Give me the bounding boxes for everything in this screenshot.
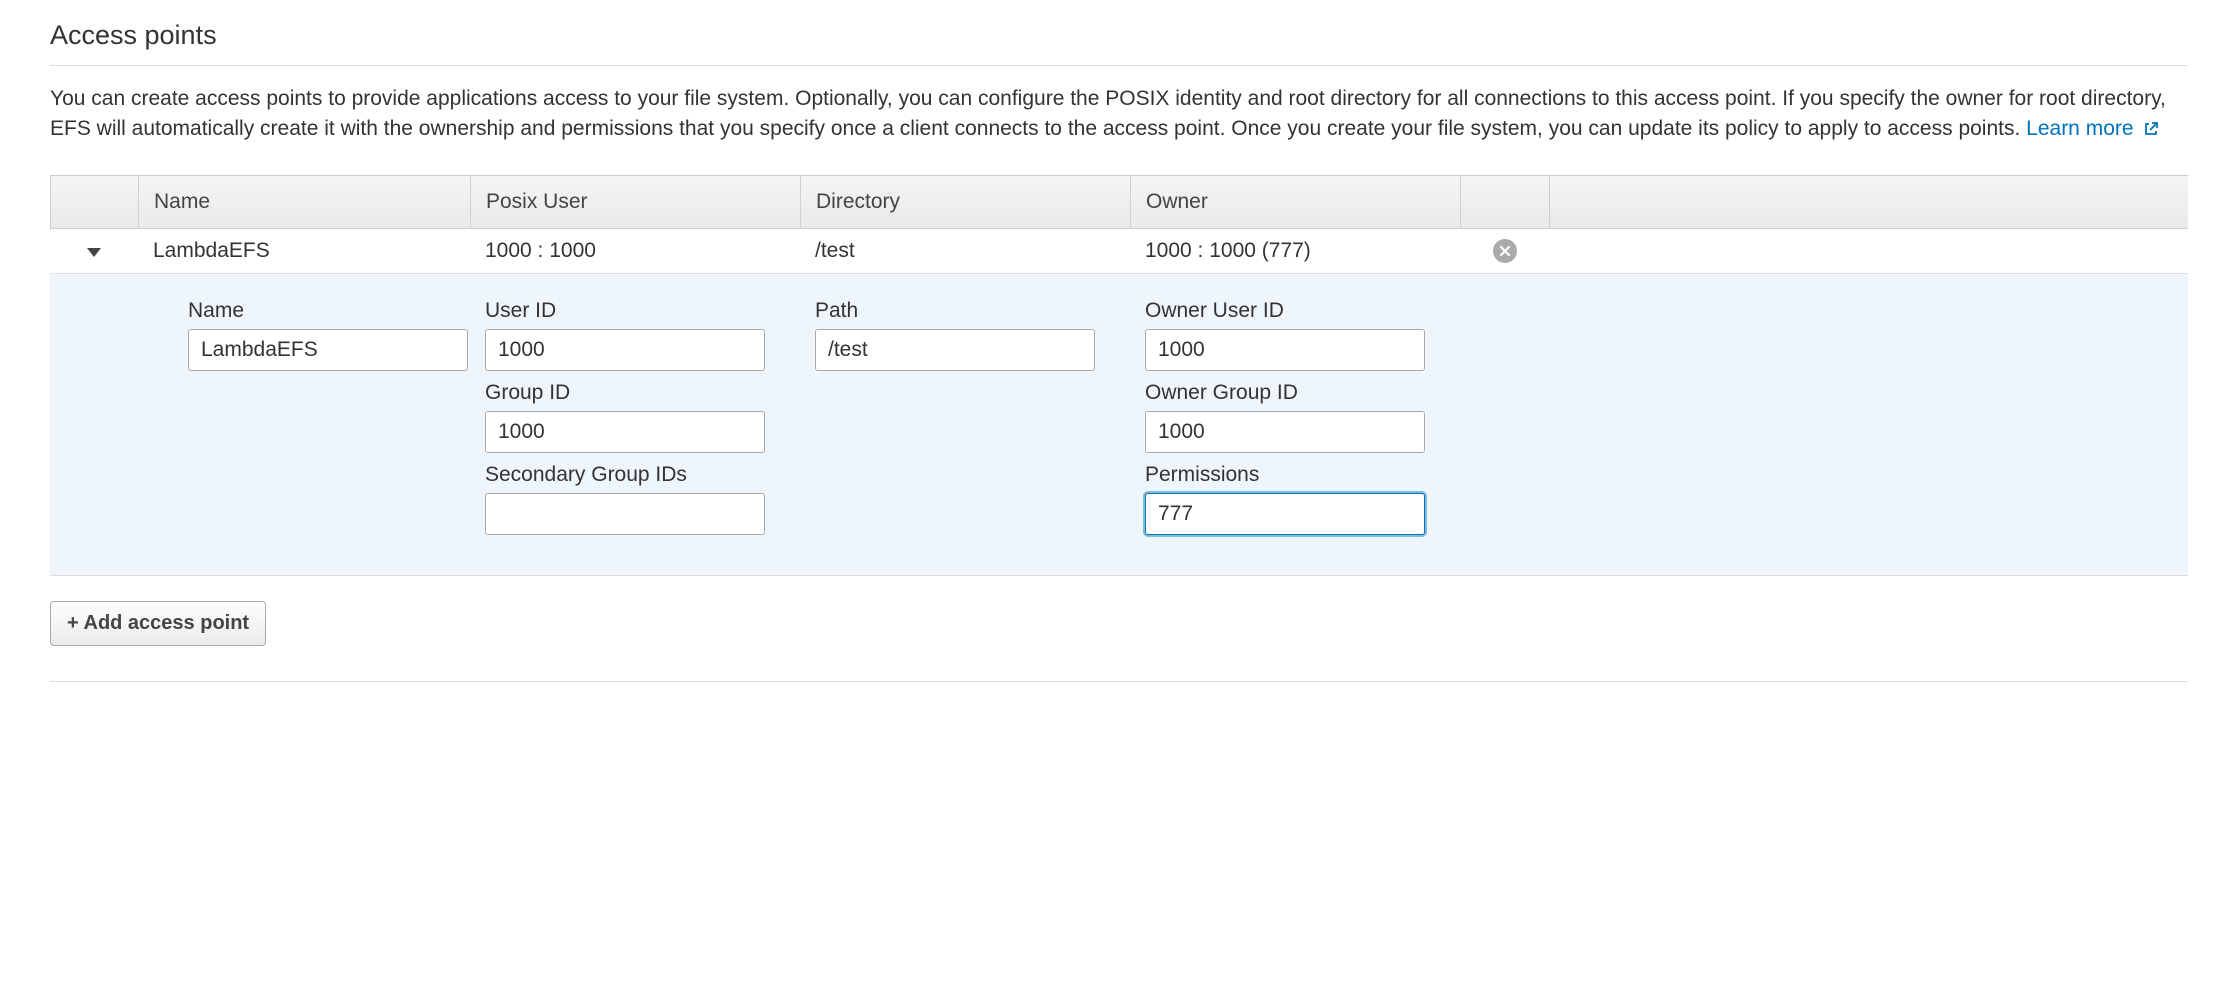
section-title: Access points xyxy=(50,20,2188,66)
col-posix-user: Posix User xyxy=(470,176,800,228)
section-description: You can create access points to provide … xyxy=(50,84,2188,147)
owner-uid-input[interactable] xyxy=(1145,329,1425,371)
add-access-point-button[interactable]: + Add access point xyxy=(50,601,266,646)
col-directory: Directory xyxy=(800,176,1130,228)
details-col-owner: Owner User ID Owner Group ID Permissions xyxy=(1145,299,1475,545)
learn-more-link[interactable]: Learn more xyxy=(2026,117,2159,140)
row-owner: 1000 : 1000 (777) xyxy=(1130,229,1460,273)
row-directory: /test xyxy=(800,229,1130,273)
table-row: LambdaEFS 1000 : 1000 /test 1000 : 1000 … xyxy=(50,229,2188,274)
details-col-posix: User ID Group ID Secondary Group IDs xyxy=(485,299,815,545)
bottom-divider xyxy=(50,681,2188,682)
remove-row-button[interactable] xyxy=(1493,239,1517,263)
caret-down-icon xyxy=(87,248,101,257)
group-id-input[interactable] xyxy=(485,411,765,453)
access-points-table: Name Posix User Directory Owner LambdaEF… xyxy=(50,175,2188,576)
owner-uid-label: Owner User ID xyxy=(1145,299,1460,323)
group-id-label: Group ID xyxy=(485,381,800,405)
owner-gid-input[interactable] xyxy=(1145,411,1425,453)
path-input[interactable] xyxy=(815,329,1095,371)
row-name: LambdaEFS xyxy=(138,229,470,273)
permissions-input[interactable] xyxy=(1145,493,1425,535)
secondary-gids-label: Secondary Group IDs xyxy=(485,463,800,487)
col-remove xyxy=(1460,176,1550,228)
expand-toggle[interactable] xyxy=(50,229,138,273)
col-name: Name xyxy=(138,176,470,228)
learn-more-label: Learn more xyxy=(2026,117,2133,140)
external-link-icon xyxy=(2143,116,2159,146)
details-col-name: Name xyxy=(153,299,485,545)
name-input[interactable] xyxy=(188,329,468,371)
table-header-row: Name Posix User Directory Owner xyxy=(50,175,2188,229)
user-id-label: User ID xyxy=(485,299,800,323)
owner-gid-label: Owner Group ID xyxy=(1145,381,1460,405)
name-label: Name xyxy=(188,299,470,323)
close-icon xyxy=(1499,245,1511,257)
details-col-directory: Path xyxy=(815,299,1145,545)
permissions-label: Permissions xyxy=(1145,463,1460,487)
user-id-input[interactable] xyxy=(485,329,765,371)
path-label: Path xyxy=(815,299,1130,323)
row-remove-cell xyxy=(1460,229,1550,273)
description-text: You can create access points to provide … xyxy=(50,87,2166,140)
row-details-panel: Name User ID Group ID Secondary Group ID… xyxy=(50,274,2188,576)
row-posix-user: 1000 : 1000 xyxy=(470,229,800,273)
col-expand xyxy=(50,176,138,228)
col-owner: Owner xyxy=(1130,176,1460,228)
secondary-gids-input[interactable] xyxy=(485,493,765,535)
